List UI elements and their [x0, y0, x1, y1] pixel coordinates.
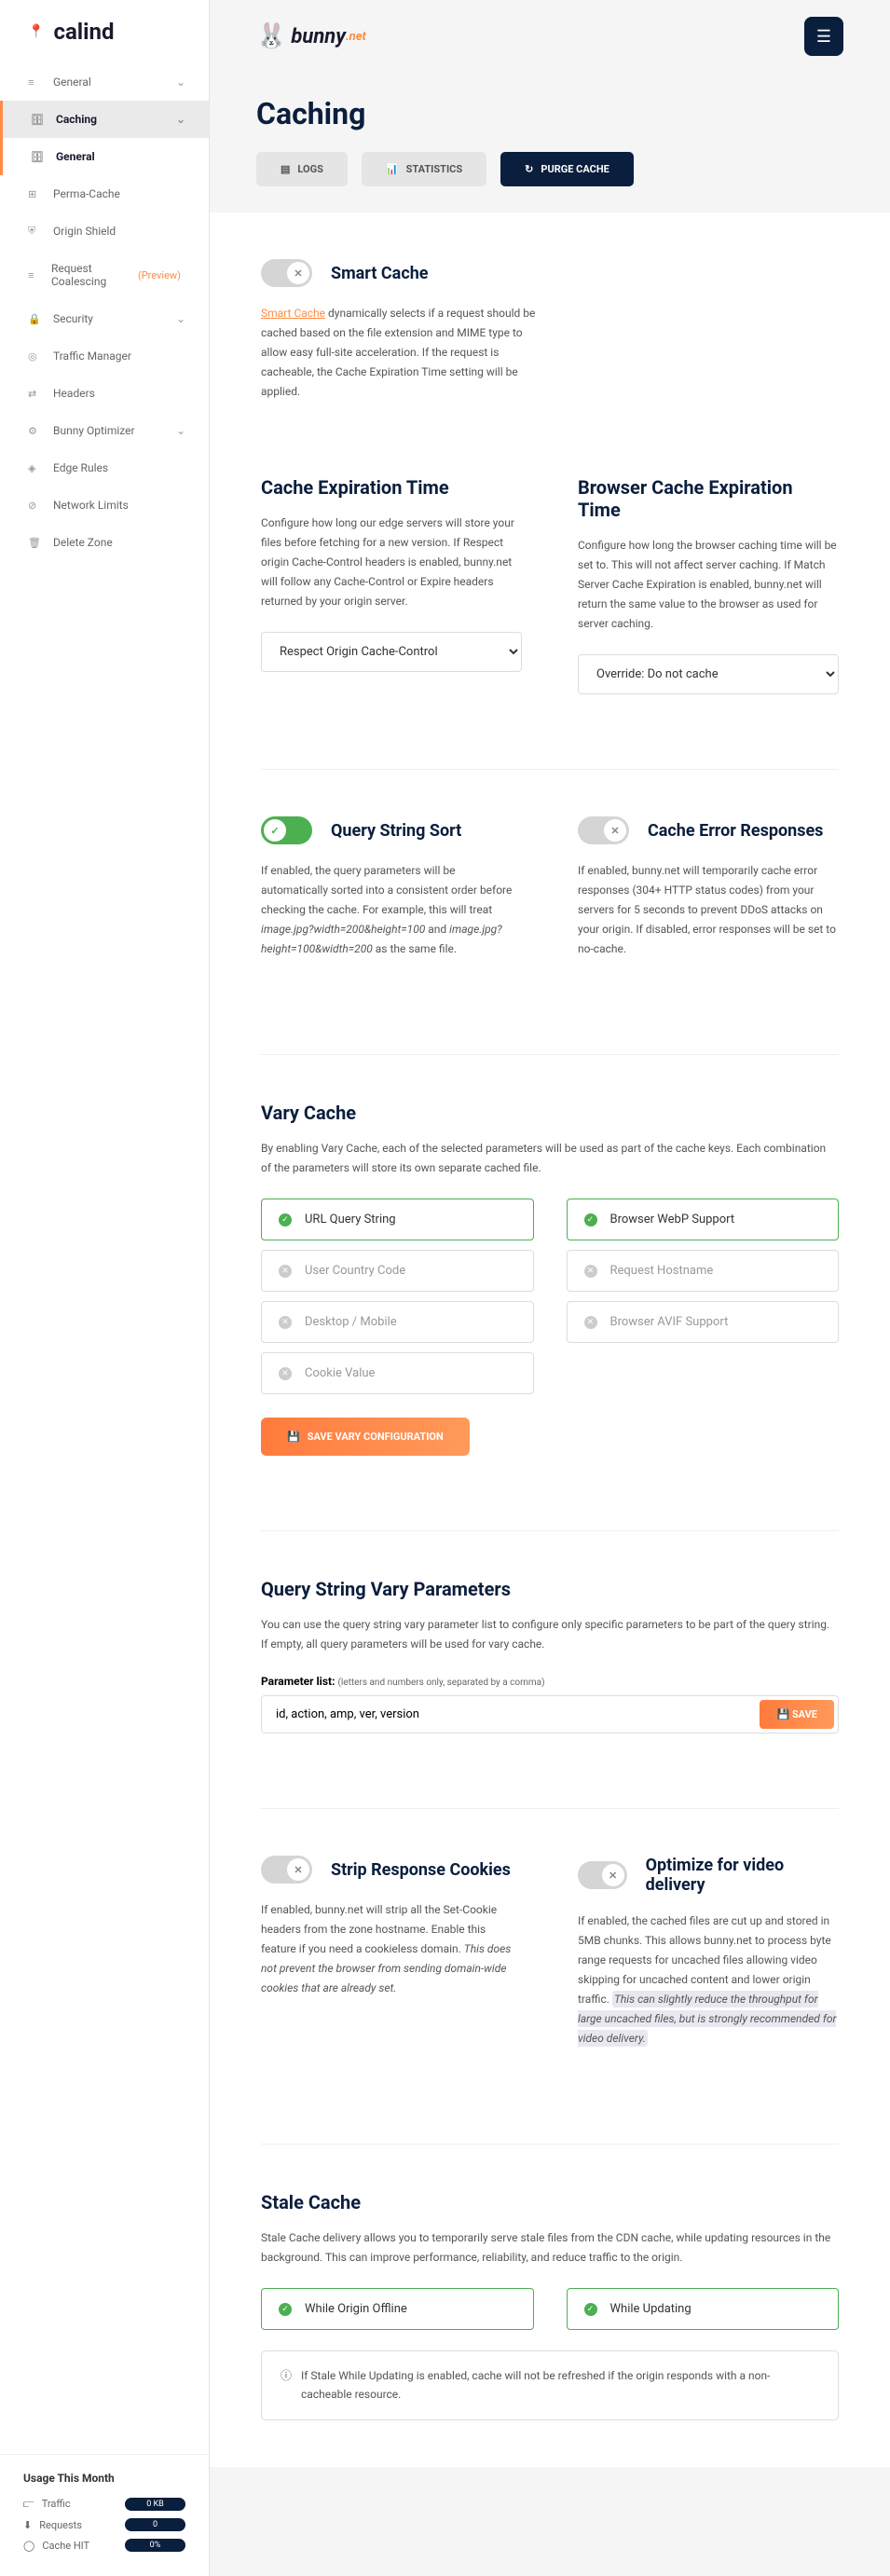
save-icon: 💾 — [287, 1431, 300, 1443]
nav-edge-rules[interactable]: ◈Edge Rules — [0, 449, 209, 486]
nav-network-limits[interactable]: ⊘Network Limits — [0, 486, 209, 524]
nav-bunny-optimizer[interactable]: ⚙Bunny Optimizer — [0, 412, 209, 449]
usage-title: Usage This Month — [23, 2472, 185, 2485]
sidebar: calind ≡General 🗄Caching 🗄General ⊞Perma… — [0, 0, 210, 2576]
param-list-input[interactable] — [262, 1696, 756, 1733]
qs-vary-section: Query String Vary Parameters You can use… — [261, 1578, 839, 1733]
logs-icon: ▤ — [281, 163, 290, 175]
qs-sort-title: Query String Sort — [331, 821, 461, 841]
cache-icon: 🗄 — [31, 114, 42, 126]
vary-chip-country[interactable]: ✕User Country Code — [261, 1250, 534, 1292]
strip-cookies-toggle[interactable]: ✕ — [261, 1856, 312, 1884]
trash-icon: 🗑 — [28, 537, 39, 549]
cache-err-title: Cache Error Responses — [648, 821, 823, 841]
nav-headers[interactable]: ⇄Headers — [0, 375, 209, 412]
tabs: ▤LOGS 📊STATISTICS ↻PURGE CACHE — [210, 131, 890, 212]
cache-exp-select[interactable]: Respect Origin Cache-Control — [261, 632, 522, 672]
cache-expiration-section: Cache Expiration Time Configure how long… — [261, 476, 522, 694]
page-title: Caching — [210, 73, 890, 131]
usage-traffic-value: 0 KB — [125, 2498, 185, 2511]
nav-delete-zone[interactable]: 🗑Delete Zone — [0, 524, 209, 561]
nav-request-coalescing[interactable]: ≡Request Coalescing(Preview) — [0, 250, 209, 300]
browser-cache-select[interactable]: Override: Do not cache — [578, 654, 839, 694]
qs-vary-title: Query String Vary Parameters — [261, 1578, 839, 1600]
nav-origin-shield[interactable]: ⛨Origin Shield — [0, 212, 209, 250]
refresh-icon: ↻ — [525, 163, 533, 175]
usage-requests-value: 0 — [125, 2518, 185, 2531]
chart-icon: ⫍ — [23, 2498, 34, 2510]
smart-cache-title: Smart Cache — [331, 264, 429, 283]
diamond-icon: ◈ — [28, 462, 39, 474]
nav-perma-cache[interactable]: ⊞Perma-Cache — [0, 175, 209, 212]
ban-icon: ⊘ — [28, 500, 39, 512]
gear-icon: ⚙ — [28, 425, 39, 437]
browser-cache-title: Browser Cache Expiration Time — [578, 476, 839, 521]
cache-exp-title: Cache Expiration Time — [261, 476, 522, 499]
save-params-button[interactable]: 💾 SAVE — [760, 1700, 834, 1729]
lock-icon: 🔒 — [28, 313, 39, 325]
cache-err-toggle[interactable]: ✕ — [578, 816, 629, 844]
nav-caching[interactable]: 🗄Caching — [0, 101, 209, 138]
stale-info: ⓘIf Stale While Updating is enabled, cac… — [261, 2350, 839, 2420]
cache-icon: 🗄 — [31, 151, 42, 163]
preview-badge: (Preview) — [138, 269, 181, 281]
qs-sort-toggle[interactable]: ✓ — [261, 816, 312, 844]
site-name: calind — [0, 0, 209, 63]
strip-cookies-section: ✕ Strip Response Cookies If enabled, bun… — [261, 1856, 522, 2069]
video-opt-toggle[interactable]: ✕ — [578, 1861, 627, 1889]
info-icon: ⓘ — [281, 2366, 292, 2405]
nav-caching-general[interactable]: 🗄General — [0, 138, 209, 175]
tab-statistics[interactable]: 📊STATISTICS — [362, 152, 486, 186]
circle-icon: ◯ — [23, 2540, 34, 2552]
qs-sort-section: ✓ Query String Sort If enabled, the quer… — [261, 816, 522, 980]
swap-icon: ⇄ — [28, 388, 39, 400]
stale-chip-updating[interactable]: ✓While Updating — [567, 2288, 840, 2330]
vary-chip-avif[interactable]: ✕Browser AVIF Support — [567, 1301, 840, 1343]
vary-title: Vary Cache — [261, 1102, 839, 1124]
nav-general[interactable]: ≡General — [0, 63, 209, 101]
vary-chip-webp[interactable]: ✓Browser WebP Support — [567, 1199, 840, 1240]
smart-cache-section: ✕ Smart Cache Smart Cache dynamically se… — [261, 259, 839, 402]
grid-icon: ⊞ — [28, 188, 39, 200]
smart-cache-toggle[interactable]: ✕ — [261, 259, 312, 287]
logo: bunny.net — [256, 22, 366, 50]
menu-button[interactable]: ☰ — [804, 17, 843, 56]
stats-icon: 📊 — [386, 163, 399, 175]
cache-err-section: ✕ Cache Error Responses If enabled, bunn… — [578, 816, 839, 980]
vary-chip-desktop-mobile[interactable]: ✕Desktop / Mobile — [261, 1301, 534, 1343]
shield-icon: ⛨ — [28, 225, 39, 238]
list-icon: ≡ — [28, 269, 37, 281]
tab-logs[interactable]: ▤LOGS — [256, 152, 348, 186]
target-icon: ◎ — [28, 350, 39, 363]
vary-chip-cookie[interactable]: ✕Cookie Value — [261, 1352, 534, 1394]
vary-chip-url-qs[interactable]: ✓URL Query String — [261, 1199, 534, 1240]
video-title: Optimize for video delivery — [646, 1856, 839, 1895]
smart-cache-link[interactable]: Smart Cache — [261, 307, 325, 320]
save-vary-button[interactable]: 💾SAVE VARY CONFIGURATION — [261, 1418, 470, 1456]
stale-chip-offline[interactable]: ✓While Origin Offline — [261, 2288, 534, 2330]
nav-security[interactable]: 🔒Security — [0, 300, 209, 337]
main-content: bunny.net ☰ Caching ▤LOGS 📊STATISTICS ↻P… — [210, 0, 890, 2576]
browser-cache-section: Browser Cache Expiration Time Configure … — [578, 476, 839, 694]
usage-cachehit-value: 0% — [125, 2539, 185, 2552]
list-icon: ≡ — [28, 76, 39, 89]
vary-cache-section: Vary Cache By enabling Vary Cache, each … — [261, 1102, 839, 1456]
video-opt-section: ✕ Optimize for video delivery If enabled… — [578, 1856, 839, 2069]
nav-traffic-manager[interactable]: ◎Traffic Manager — [0, 337, 209, 375]
vary-chip-hostname[interactable]: ✕Request Hostname — [567, 1250, 840, 1292]
stale-cache-section: Stale Cache Stale Cache delivery allows … — [261, 2191, 839, 2420]
topbar: bunny.net ☰ — [210, 0, 890, 73]
download-icon: ⬇ — [23, 2519, 32, 2531]
usage-panel: Usage This Month ⫍Traffic0 KB ⬇Requests0… — [0, 2454, 209, 2576]
strip-title: Strip Response Cookies — [331, 1860, 511, 1880]
tab-purge-cache[interactable]: ↻PURGE CACHE — [500, 152, 634, 186]
stale-title: Stale Cache — [261, 2191, 839, 2213]
